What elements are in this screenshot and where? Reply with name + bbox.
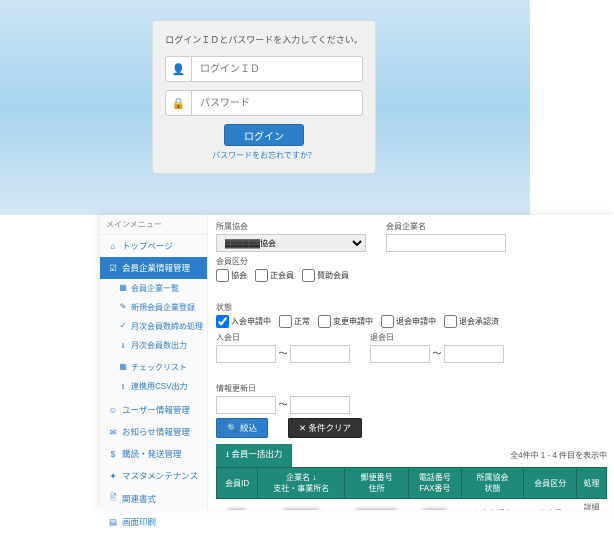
kubun-opt-2[interactable]: 賛助会員 — [302, 269, 349, 282]
sidebar-icon: $ — [108, 449, 118, 459]
kubun-opt-1[interactable]: 正会員 — [255, 269, 294, 282]
lock-icon: 🔒 — [165, 90, 191, 116]
sidebar-icon: ▦ — [118, 362, 128, 373]
clear-button[interactable]: ✕ 条件クリア — [288, 418, 362, 438]
sidebar-label: 新規会員企業登録 — [131, 302, 195, 313]
sidebar-icon: ▦ — [118, 283, 128, 294]
sidebar-label: チェックリスト — [131, 362, 187, 373]
login-button[interactable]: ログイン — [224, 124, 304, 146]
cell-action[interactable]: 詳細承認 — [577, 499, 607, 511]
forgot-password-link[interactable]: パスワードをお忘れですか？ — [165, 150, 363, 161]
filter-update-label: 情報更新日 — [216, 383, 350, 394]
sidebar-label: 連携用CSV出力 — [131, 381, 187, 395]
download-icon: ⭳ — [226, 449, 229, 459]
sidebar-label: 月次会員数出力 — [131, 340, 187, 354]
sidebar-item-2[interactable]: ▦会員企業一覧 — [100, 279, 207, 298]
sidebar-item-7[interactable]: ⭳連携用CSV出力 — [100, 377, 207, 399]
login-background: ログインＩＤとパスワードを入力してください。 👤 🔒 ログイン パスワードをお忘… — [0, 0, 530, 215]
sidebar-item-1[interactable]: ☑ 会員企業情報管理 — [100, 257, 207, 279]
sidebar-label: 購読・発送管理 — [122, 448, 182, 460]
status-opt-3[interactable]: 退会申請中 — [381, 315, 436, 328]
filter-name-input[interactable] — [386, 234, 506, 252]
sidebar-label: 会員企業一覧 — [131, 283, 179, 294]
sidebar-label: トップページ — [122, 240, 173, 252]
sidebar-label: 月次会員数締め処理 — [131, 321, 203, 332]
sidebar-label: 会員企業情報管理 — [122, 262, 190, 274]
status-opt-4[interactable]: 退会承認済 — [444, 315, 499, 328]
table-header: 電話番号FAX番号 — [409, 468, 462, 499]
table-header: 所属協会状態 — [461, 468, 524, 499]
status-opt-1[interactable]: 正常 — [279, 315, 310, 328]
sidebar-icon: ☑ — [108, 263, 118, 274]
filter-assoc-label: 所属協会 — [216, 221, 366, 232]
login-card: ログインＩＤとパスワードを入力してください。 👤 🔒 ログイン パスワードをお忘… — [152, 20, 376, 174]
result-count: 全4件中 1 - 4 件目を表示中 — [510, 450, 607, 461]
filter-assoc-select[interactable]: ▓▓▓▓▓▓協会 — [216, 234, 366, 252]
sidebar-label: 関連書式 — [122, 493, 156, 505]
cell-kubun: 正会員 — [524, 499, 577, 511]
status-opt-0[interactable]: 入会申請中 — [216, 315, 271, 328]
sidebar-item-8[interactable]: ☺ ユーザー情報管理 — [100, 399, 207, 421]
table-header: 会員区分 — [524, 468, 577, 499]
status-opt-2[interactable]: 変更申請中 — [318, 315, 373, 328]
update-to[interactable] — [290, 396, 350, 414]
filter-name-label: 会員企業名 — [386, 221, 506, 232]
login-pw-input[interactable] — [191, 90, 363, 116]
sidebar-icon: ✉ — [108, 427, 118, 438]
filter-leave-label: 退会日 — [370, 332, 504, 343]
sidebar-icon: ▤ — [108, 517, 118, 528]
leave-to[interactable] — [444, 345, 504, 363]
search-icon: 🔍 — [227, 423, 238, 433]
sidebar-item-10[interactable]: $ 購読・発送管理 — [100, 443, 207, 465]
sidebar-label: マスタメンテナンス — [122, 470, 198, 482]
cell-status: 入会申請中 — [461, 499, 524, 511]
sidebar-icon: ✎ — [118, 302, 128, 313]
sidebar-icon: ⭳ — [118, 381, 128, 395]
login-message: ログインＩＤとパスワードを入力してください。 — [165, 33, 363, 46]
close-icon: ✕ — [299, 423, 306, 433]
filter-status-label: 状態 — [216, 302, 499, 313]
export-button[interactable]: ⭳ 会員一括出力 — [216, 444, 292, 467]
sidebar: メインメニュー ⌂トップページ☑会員企業情報管理▦会員企業一覧✎新規会員企業登録… — [100, 215, 208, 510]
filter-kubun-label: 会員区分 — [216, 256, 349, 267]
login-id-row: 👤 — [165, 56, 363, 82]
sidebar-item-6[interactable]: ▦チェックリスト — [100, 358, 207, 377]
kubun-opt-0[interactable]: 協会 — [216, 269, 247, 282]
sidebar-item-0[interactable]: ⌂ トップページ — [100, 235, 207, 257]
sidebar-icon: ⭳ — [118, 340, 128, 354]
sidebar-label: お知らせ情報管理 — [122, 426, 190, 438]
sidebar-item-3[interactable]: ✎新規会員企業登録 — [100, 298, 207, 317]
sidebar-item-4[interactable]: ✓月次会員数締め処理 — [100, 317, 207, 336]
sidebar-icon: ✓ — [118, 321, 128, 332]
sidebar-icon: ✦ — [108, 471, 118, 482]
sidebar-icon: 🖹 — [108, 492, 118, 506]
leave-from[interactable] — [370, 345, 430, 363]
user-icon: 👤 — [165, 56, 191, 82]
table-header: 郵便番号住所 — [345, 468, 409, 499]
sidebar-label: 画面印刷 — [122, 516, 156, 528]
table-row: ▓▓▓▓▓▓▓▓▓▓▓▓▓▓▓▓▓▓▓▓入会申請中正会員詳細承認 — [217, 499, 607, 511]
sidebar-title: メインメニュー — [100, 215, 207, 235]
table-header: 会員ID — [217, 468, 258, 499]
sidebar-icon: ⌂ — [108, 241, 118, 251]
results-table: 会員ID企業名 ↓支社・事業所名郵便番号住所電話番号FAX番号所属協会状態会員区… — [216, 467, 607, 510]
update-from[interactable] — [216, 396, 276, 414]
sidebar-icon: ☺ — [108, 405, 118, 415]
table-header: 処理 — [577, 468, 607, 499]
sidebar-item-13[interactable]: ▤ 画面印刷 — [100, 511, 207, 533]
sidebar-item-5[interactable]: ⭳月次会員数出力 — [100, 336, 207, 358]
join-from[interactable] — [216, 345, 276, 363]
sidebar-item-9[interactable]: ✉ お知らせ情報管理 — [100, 421, 207, 443]
sidebar-item-12[interactable]: 🖹 関連書式 — [100, 487, 207, 511]
admin-panel: メインメニュー ⌂トップページ☑会員企業情報管理▦会員企業一覧✎新規会員企業登録… — [100, 215, 614, 510]
sidebar-item-11[interactable]: ✦ マスタメンテナンス — [100, 465, 207, 487]
login-id-input[interactable] — [191, 56, 363, 82]
table-header: 企業名 ↓支社・事業所名 — [258, 468, 345, 499]
search-button[interactable]: 🔍 絞込 — [216, 418, 268, 438]
join-to[interactable] — [290, 345, 350, 363]
main-content: 所属協会 ▓▓▓▓▓▓協会 会員企業名 会員区分 協会 正会員 賛助会員 状態 … — [208, 215, 614, 510]
login-pw-row: 🔒 — [165, 90, 363, 116]
filter-join-label: 入会日 — [216, 332, 350, 343]
sidebar-label: ユーザー情報管理 — [122, 404, 190, 416]
